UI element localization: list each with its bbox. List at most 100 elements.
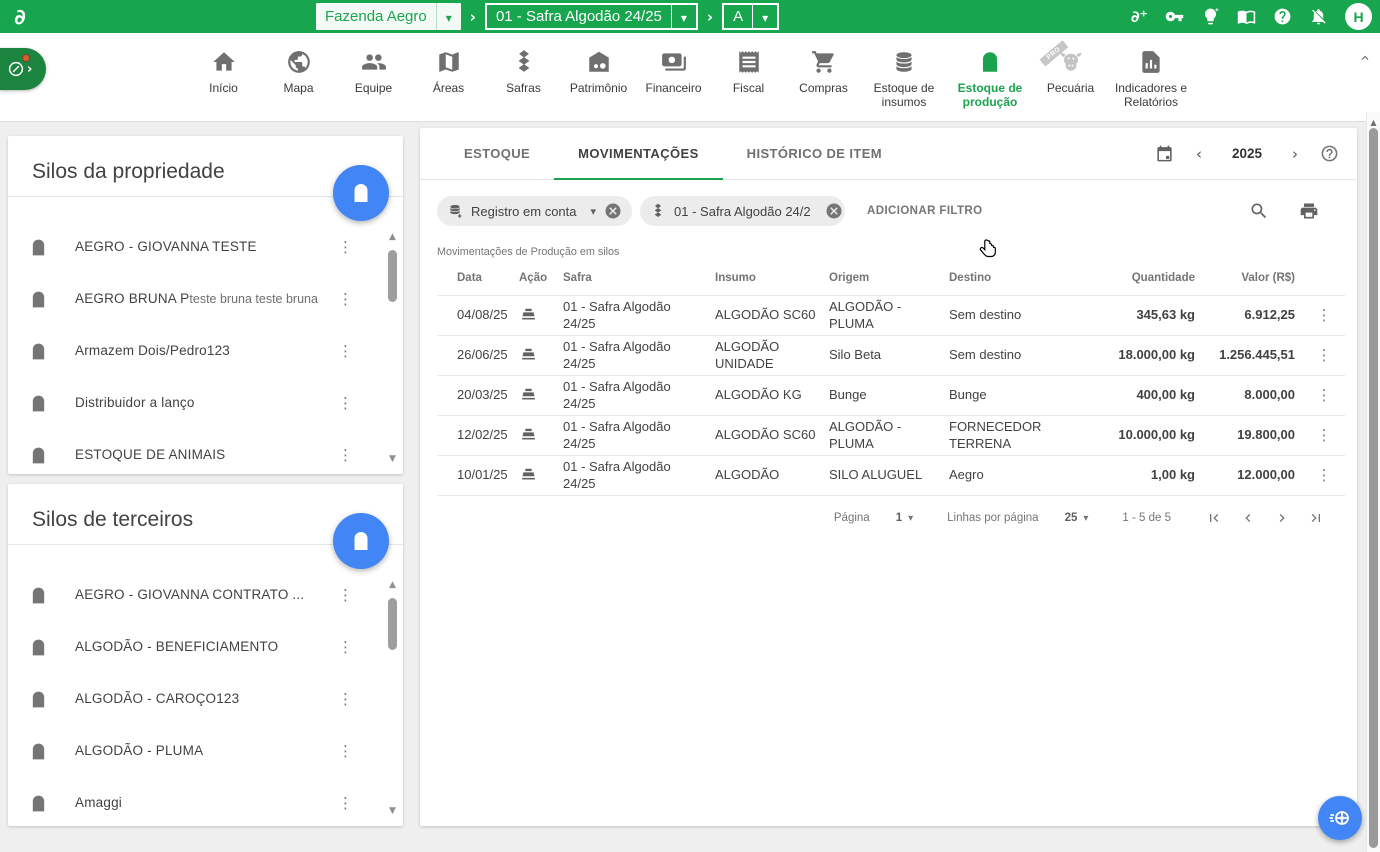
nav-item-equipe[interactable]: Equipe: [336, 47, 411, 96]
chevron-down-icon[interactable]: [1083, 513, 1088, 524]
filter-chip-account[interactable]: Registro em conta: [437, 196, 632, 226]
add-silo-button[interactable]: [333, 165, 389, 221]
cell-data: 10/01/25: [457, 467, 519, 484]
notifications-off-icon[interactable]: [1309, 7, 1328, 26]
nav-item-inicio[interactable]: Início: [186, 47, 261, 96]
next-page-button[interactable]: [1265, 506, 1299, 530]
nav-item-patrimonio[interactable]: Patrimônio: [561, 47, 636, 96]
nav-item-safras[interactable]: Safras: [486, 47, 561, 96]
add-silo-button[interactable]: [333, 513, 389, 569]
list-item[interactable]: Amaggi: [8, 777, 403, 826]
scroll-up-icon[interactable]: [389, 226, 396, 244]
list-item[interactable]: AEGRO - GIOVANNA CONTRATO ...: [8, 569, 403, 621]
previous-page-button[interactable]: [1231, 506, 1265, 530]
aegro-logo-icon[interactable]: [0, 5, 40, 29]
calendar-icon[interactable]: [1151, 140, 1178, 167]
page-select[interactable]: 1: [896, 512, 902, 524]
scrollbar-thumb[interactable]: [388, 250, 397, 302]
kebab-menu-icon[interactable]: [332, 740, 359, 763]
table-row[interactable]: 10/01/25 01 - Safra Algodão 24/25 ALGODÃ…: [437, 456, 1345, 496]
help-icon[interactable]: [1273, 7, 1292, 26]
list-item[interactable]: ESTOQUE DE ANIMAIS: [8, 429, 403, 474]
nav-item-areas[interactable]: Áreas: [411, 47, 486, 96]
list-item[interactable]: Armazem Dois/Pedro123: [8, 325, 403, 377]
list-item[interactable]: ALGODÃO - PLUMA: [8, 725, 403, 777]
kebab-menu-icon[interactable]: [332, 636, 359, 659]
farm-selector[interactable]: Fazenda Aegro: [316, 3, 461, 30]
previous-year-button[interactable]: [1186, 143, 1212, 165]
rows-per-page-select[interactable]: 25: [1065, 512, 1078, 524]
close-icon[interactable]: [604, 202, 622, 220]
row-kebab-menu-icon[interactable]: [1311, 462, 1338, 488]
cell-safra: 01 - Safra Algodão 24/25: [563, 339, 715, 373]
filter-chip-harvest[interactable]: 01 - Safra Algodão 24/2: [640, 196, 845, 226]
kebab-menu-icon[interactable]: [332, 288, 359, 311]
add-filter-button[interactable]: ADICIONAR FILTRO: [867, 205, 982, 217]
aegro-pro-icon[interactable]: [1131, 7, 1148, 26]
nav-item-estoque-producao[interactable]: Estoque de produção: [947, 47, 1033, 110]
table-row[interactable]: 26/06/25 01 - Safra Algodão 24/25 ALGODÃ…: [437, 336, 1345, 376]
nav-item-fiscal[interactable]: Fiscal: [711, 47, 786, 96]
list-item[interactable]: ALGODÃO - CAROÇO123: [8, 673, 403, 725]
list-item[interactable]: AEGRO BRUNA Pteste bruna teste bruna: [8, 273, 403, 325]
scroll-up-icon[interactable]: [389, 574, 396, 592]
rows-per-page-label: Linhas por página: [947, 512, 1038, 524]
tab-estoque[interactable]: ESTOQUE: [440, 128, 554, 180]
cell-quantidade: 345,63 kg: [1089, 307, 1203, 324]
kebab-menu-icon[interactable]: [332, 444, 359, 467]
search-icon[interactable]: [1249, 201, 1269, 221]
collapse-toolbar-button[interactable]: [1358, 51, 1372, 70]
chevron-down-icon[interactable]: [437, 8, 461, 26]
table-row[interactable]: 04/08/25 01 - Safra Algodão 24/25 ALGODÃ…: [437, 296, 1345, 336]
tab-historico-de-item[interactable]: HISTÓRICO DE ITEM: [723, 128, 906, 180]
scroll-down-icon[interactable]: [389, 800, 396, 818]
chevron-down-icon[interactable]: [672, 8, 696, 26]
scroll-down-icon[interactable]: [389, 448, 396, 466]
row-kebab-menu-icon[interactable]: [1311, 382, 1338, 408]
chevron-down-icon[interactable]: [908, 513, 913, 524]
nav-item-compras[interactable]: Compras: [786, 47, 861, 96]
nav-item-mapa[interactable]: Mapa: [261, 47, 336, 96]
nav-item-financeiro[interactable]: Financeiro: [636, 47, 711, 96]
user-avatar[interactable]: H: [1345, 3, 1372, 30]
kebab-menu-icon[interactable]: [332, 392, 359, 415]
list-item[interactable]: ALGODÃO - BENEFICIAMENTO: [8, 621, 403, 673]
lightbulb-plus-icon[interactable]: [1201, 7, 1220, 26]
row-kebab-menu-icon[interactable]: [1311, 302, 1338, 328]
key-icon[interactable]: [1165, 7, 1184, 26]
list-item[interactable]: AEGRO - GIOVANNA TESTE: [8, 221, 403, 273]
harvest-selector[interactable]: 01 - Safra Algodão 24/25: [485, 3, 698, 30]
row-kebab-menu-icon[interactable]: [1311, 422, 1338, 448]
cell-insumo: ALGODÃO UNIDADE: [715, 339, 829, 373]
kebab-menu-icon[interactable]: [332, 340, 359, 363]
chevron-down-icon[interactable]: [591, 205, 597, 218]
kebab-menu-icon[interactable]: [332, 236, 359, 259]
last-page-button[interactable]: [1299, 506, 1333, 530]
own-silos-list: AEGRO - GIOVANNA TESTE AEGRO BRUNA Ptest…: [8, 197, 403, 474]
scrollbar-thumb[interactable]: [1369, 128, 1378, 848]
first-page-button[interactable]: [1197, 506, 1231, 530]
nav-item-indicadores[interactable]: Indicadores e Relatórios: [1108, 47, 1194, 110]
drawer-toggle[interactable]: [0, 48, 46, 90]
knowledge-book-icon[interactable]: [1237, 7, 1256, 26]
table-row[interactable]: 12/02/25 01 - Safra Algodão 24/25 ALGODÃ…: [437, 416, 1345, 456]
field-selector[interactable]: A: [722, 3, 779, 30]
list-item[interactable]: Distribuidor a lanço: [8, 377, 403, 429]
kebab-menu-icon[interactable]: [332, 792, 359, 815]
quick-actions-button[interactable]: [1318, 796, 1362, 840]
tab-movimentacoes[interactable]: MOVIMENTAÇÕES: [554, 128, 723, 180]
next-year-button[interactable]: [1282, 143, 1308, 165]
print-icon[interactable]: [1299, 201, 1319, 221]
map-icon: [436, 47, 462, 77]
nav-item-pecuaria[interactable]: PRO Pecuária: [1033, 47, 1108, 96]
close-icon[interactable]: [825, 202, 843, 220]
scrollbar-thumb[interactable]: [388, 598, 397, 650]
table-row[interactable]: 20/03/25 01 - Safra Algodão 24/25 ALGODÃ…: [437, 376, 1345, 416]
kebab-menu-icon[interactable]: [332, 584, 359, 607]
cell-destino: Aegro: [949, 467, 1089, 484]
chevron-down-icon[interactable]: [753, 8, 777, 26]
nav-item-estoque-insumos[interactable]: Estoque de insumos: [861, 47, 947, 110]
help-outline-icon[interactable]: [1316, 140, 1343, 167]
kebab-menu-icon[interactable]: [332, 688, 359, 711]
row-kebab-menu-icon[interactable]: [1311, 342, 1338, 368]
